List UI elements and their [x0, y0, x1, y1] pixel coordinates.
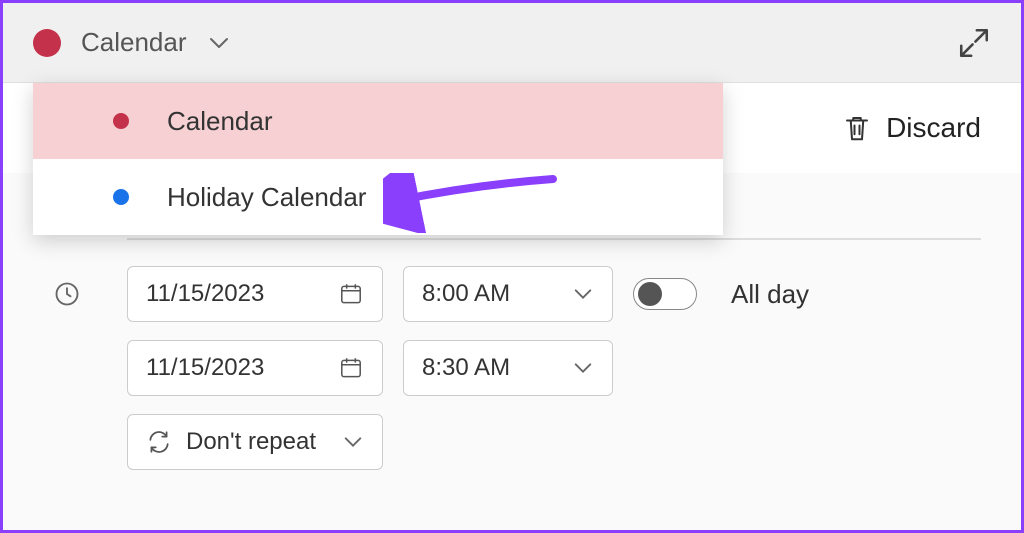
repeat-row: Don't repeat	[43, 414, 981, 470]
trash-icon	[842, 113, 872, 143]
end-time-value: 8:30 AM	[422, 354, 510, 382]
all-day-label: All day	[731, 279, 809, 310]
calendar-selector[interactable]: Calendar	[33, 27, 231, 58]
discard-label: Discard	[886, 112, 981, 144]
dropdown-item-calendar[interactable]: Calendar	[33, 83, 723, 159]
start-date-value: 11/15/2023	[146, 280, 264, 308]
calendar-selector-label: Calendar	[81, 27, 187, 58]
calendar-icon	[338, 355, 364, 381]
chevron-down-icon	[572, 357, 594, 379]
start-time-field[interactable]: 8:00 AM	[403, 266, 613, 322]
calendar-color-dot	[33, 29, 61, 57]
dropdown-item-label: Calendar	[167, 106, 273, 137]
chevron-down-icon	[342, 431, 364, 453]
calendar-color-dot	[113, 113, 129, 129]
discard-button[interactable]: Discard	[842, 112, 981, 144]
calendar-icon	[338, 281, 364, 307]
all-day-toggle[interactable]	[633, 278, 697, 310]
calendar-color-dot	[113, 189, 129, 205]
header-bar: Calendar	[3, 3, 1021, 83]
chevron-down-icon	[572, 283, 594, 305]
repeat-field[interactable]: Don't repeat	[127, 414, 383, 470]
end-time-field[interactable]: 8:30 AM	[403, 340, 613, 396]
repeat-icon	[146, 429, 172, 455]
end-date-value: 11/15/2023	[146, 354, 264, 382]
end-datetime-row: 11/15/2023 8:30 AM	[43, 340, 981, 396]
start-datetime-row: 11/15/2023 8:00 AM All day	[43, 266, 981, 322]
toggle-knob	[638, 282, 662, 306]
expand-arrows-icon	[957, 26, 991, 60]
repeat-label: Don't repeat	[186, 428, 316, 456]
start-time-value: 8:00 AM	[422, 280, 510, 308]
start-date-field[interactable]: 11/15/2023	[127, 266, 383, 322]
end-date-field[interactable]: 11/15/2023	[127, 340, 383, 396]
chevron-down-icon	[207, 31, 231, 55]
expand-button[interactable]	[957, 26, 991, 60]
clock-icon	[53, 280, 81, 308]
calendar-dropdown: Calendar Holiday Calendar	[33, 83, 723, 235]
dropdown-item-holiday-calendar[interactable]: Holiday Calendar	[33, 159, 723, 235]
clock-icon-slot	[43, 280, 91, 308]
dropdown-item-label: Holiday Calendar	[167, 182, 366, 213]
